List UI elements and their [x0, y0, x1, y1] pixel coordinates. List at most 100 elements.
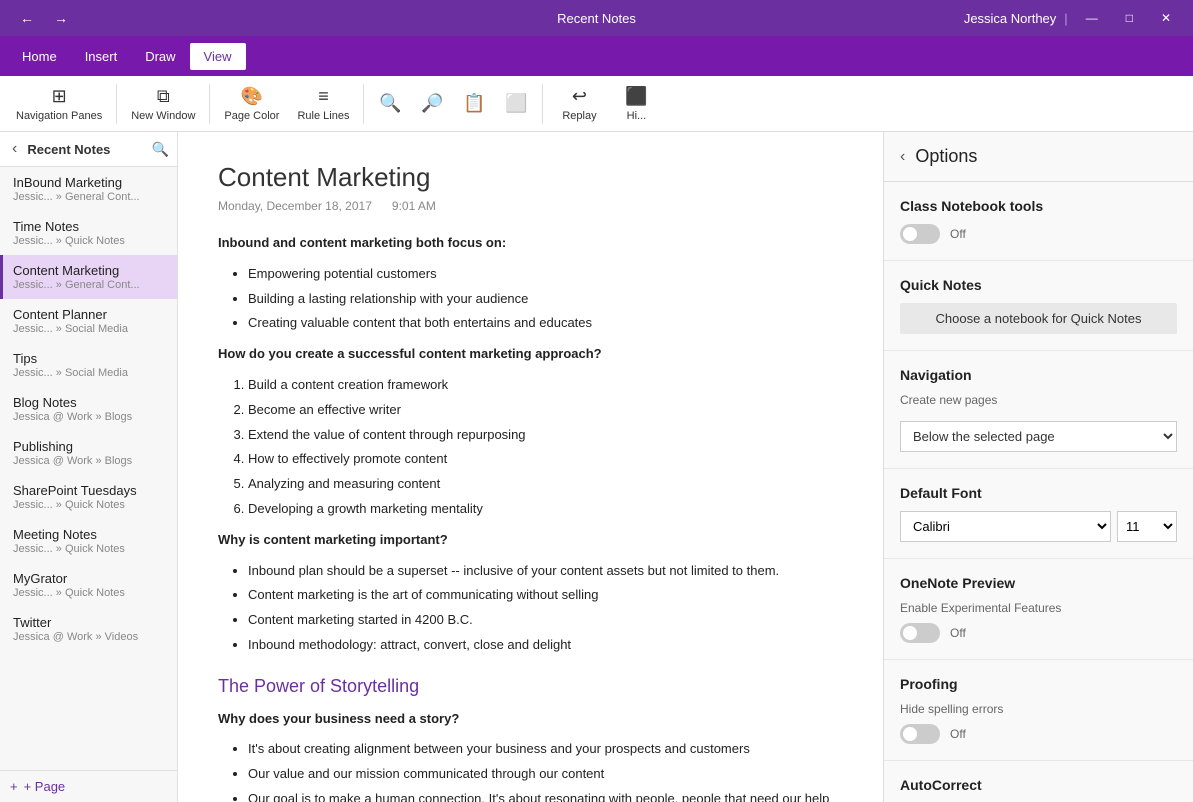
onenote-preview-toggle[interactable]: [900, 623, 940, 643]
section-heading-1: Inbound and content marketing both focus…: [218, 235, 506, 250]
add-page-label: + Page: [24, 779, 66, 794]
title-bar-nav: ← →: [12, 6, 76, 30]
sidebar-item-sub: Jessic... » General Cont...: [13, 279, 167, 291]
rule-lines-button[interactable]: ≡ Rule Lines: [289, 80, 357, 128]
section-h2-storytelling: The Power of Storytelling: [218, 672, 843, 701]
sidebar-item-meeting-notes[interactable]: Meeting Notes Jessic... » Quick Notes: [0, 519, 177, 563]
maximize-button[interactable]: □: [1116, 7, 1143, 29]
replay-button[interactable]: ↩ Replay: [549, 80, 609, 128]
sidebar-item-sharepoint-tuesdays[interactable]: SharePoint Tuesdays Jessic... » Quick No…: [0, 475, 177, 519]
list-item: Empowering potential customers: [248, 264, 843, 285]
sidebar-item-time-notes[interactable]: Time Notes Jessic... » Quick Notes: [0, 211, 177, 255]
sidebar-item-content-marketing[interactable]: Content Marketing Jessic... » General Co…: [0, 255, 177, 299]
sidebar-item-sub: Jessic... » Social Media: [13, 367, 167, 379]
menu-draw[interactable]: Draw: [131, 43, 189, 70]
zoom-out-icon: 🔍: [379, 93, 401, 114]
proofing-toggle[interactable]: [900, 724, 940, 744]
onenote-preview-title: OneNote Preview: [900, 575, 1177, 591]
menu-view[interactable]: View: [190, 43, 246, 70]
nav-forward-button[interactable]: →: [46, 6, 76, 30]
sidebar-list: InBound Marketing Jessic... » General Co…: [0, 167, 177, 770]
close-button[interactable]: ✕: [1151, 7, 1181, 29]
list-item: How to effectively promote content: [248, 449, 843, 470]
choose-notebook-button[interactable]: Choose a notebook for Quick Notes: [900, 303, 1177, 334]
autocorrect-title: AutoCorrect: [900, 777, 1177, 793]
page-meta: Monday, December 18, 2017 9:01 AM: [218, 199, 843, 213]
view-option2-button[interactable]: ⬜: [496, 80, 536, 128]
options-section-onenote-preview: OneNote Preview Enable Experimental Feat…: [884, 559, 1193, 660]
navigation-panes-button[interactable]: ⊞ Navigation Panes: [8, 80, 110, 128]
proofing-toggle-row: Off: [900, 724, 1177, 744]
font-row: Calibri Arial Times New Roman Verdana 8 …: [900, 511, 1177, 542]
page-color-button[interactable]: 🎨 Page Color: [216, 80, 287, 128]
sidebar-item-mygrator[interactable]: MyGrator Jessic... » Quick Notes: [0, 563, 177, 607]
list-item: Extend the value of content through repu…: [248, 425, 843, 446]
sidebar-item-title: SharePoint Tuesdays: [13, 483, 167, 498]
options-section-class-notebook: Class Notebook tools Off: [884, 182, 1193, 261]
class-notebook-toggle-label: Off: [950, 227, 966, 241]
sidebar-item-sub: Jessica @ Work » Videos: [13, 631, 167, 643]
sidebar-item-title: InBound Marketing: [13, 175, 167, 190]
default-font-title: Default Font: [900, 485, 1177, 501]
list-item: Inbound plan should be a superset -- inc…: [248, 561, 843, 582]
class-notebook-toggle[interactable]: [900, 224, 940, 244]
list-item: Analyzing and measuring content: [248, 474, 843, 495]
view-option1-button[interactable]: 📋: [454, 80, 494, 128]
toolbar-separator-4: [542, 84, 543, 124]
proofing-slider: [900, 724, 940, 744]
hide-spelling-label: Hide spelling errors: [900, 702, 1177, 716]
sidebar-item-content-planner[interactable]: Content Planner Jessic... » Social Media: [0, 299, 177, 343]
title-right-controls: Jessica Northey | — □ ✕: [964, 7, 1181, 29]
replay-icon: ↩: [572, 86, 587, 107]
sidebar-back-button[interactable]: ‹: [8, 138, 21, 160]
page-color-label: Page Color: [224, 110, 279, 122]
new-window-icon: ⧉: [157, 86, 170, 107]
page-title: Content Marketing: [218, 162, 843, 193]
page-color-icon: 🎨: [241, 86, 263, 107]
sidebar-header: ‹ Recent Notes 🔍: [0, 132, 177, 167]
onenote-preview-slider: [900, 623, 940, 643]
zoom-out-button[interactable]: 🔍: [370, 80, 410, 128]
sidebar-item-inbound-marketing[interactable]: InBound Marketing Jessic... » General Co…: [0, 167, 177, 211]
sidebar-item-sub: Jessic... » Quick Notes: [13, 543, 167, 555]
sidebar-title: Recent Notes: [21, 142, 151, 157]
menu-home[interactable]: Home: [8, 43, 71, 70]
title-bar: ← → Recent Notes Jessica Northey | — □ ✕: [0, 0, 1193, 36]
minimize-button[interactable]: —: [1076, 7, 1108, 29]
list-item: It's about creating alignment between yo…: [248, 739, 843, 760]
main-layout: ‹ Recent Notes 🔍 InBound Marketing Jessi…: [0, 132, 1193, 802]
list-item: Content marketing started in 4200 B.C.: [248, 610, 843, 631]
rule-lines-icon: ≡: [318, 86, 329, 107]
font-size-select[interactable]: 8 9 10 11 12 14 16: [1117, 511, 1177, 542]
nav-back-button[interactable]: ←: [12, 6, 42, 30]
navigation-panes-icon: ⊞: [52, 86, 67, 107]
sidebar-item-title: MyGrator: [13, 571, 167, 586]
navigation-panes-label: Navigation Panes: [16, 110, 102, 122]
hide-button[interactable]: ⬛ Hi...: [611, 80, 661, 128]
hide-label: Hi...: [627, 110, 647, 122]
zoom-in-button[interactable]: 🔎: [412, 80, 452, 128]
sidebar-item-blog-notes[interactable]: Blog Notes Jessica @ Work » Blogs: [0, 387, 177, 431]
class-notebook-toggle-row: Off: [900, 224, 1177, 244]
sidebar-item-title: Publishing: [13, 439, 167, 454]
sidebar-item-publishing[interactable]: Publishing Jessica @ Work » Blogs: [0, 431, 177, 475]
class-notebook-slider: [900, 224, 940, 244]
options-back-button[interactable]: ‹: [900, 148, 905, 166]
list-item: Our goal is to make a human connection. …: [248, 789, 843, 802]
add-page-button[interactable]: + + Page: [0, 770, 177, 802]
font-family-select[interactable]: Calibri Arial Times New Roman Verdana: [900, 511, 1111, 542]
sidebar-item-title: Blog Notes: [13, 395, 167, 410]
list-item: Creating valuable content that both ente…: [248, 313, 843, 334]
sidebar-search-button[interactable]: 🔍: [152, 141, 169, 158]
new-window-button[interactable]: ⧉ New Window: [123, 80, 203, 128]
navigation-select[interactable]: Below the selected page At the end of se…: [900, 421, 1177, 452]
sidebar-item-twitter[interactable]: Twitter Jessica @ Work » Videos: [0, 607, 177, 651]
sidebar-item-tips[interactable]: Tips Jessic... » Social Media: [0, 343, 177, 387]
zoom-in-icon: 🔎: [421, 93, 443, 114]
create-new-pages-label: Create new pages: [900, 393, 1177, 407]
sidebar-item-title: Twitter: [13, 615, 167, 630]
sidebar-item-sub: Jessic... » Social Media: [13, 323, 167, 335]
sidebar-item-sub: Jessic... » Quick Notes: [13, 235, 167, 247]
ordered-list-1: Build a content creation framework Becom…: [248, 375, 843, 520]
menu-insert[interactable]: Insert: [71, 43, 132, 70]
